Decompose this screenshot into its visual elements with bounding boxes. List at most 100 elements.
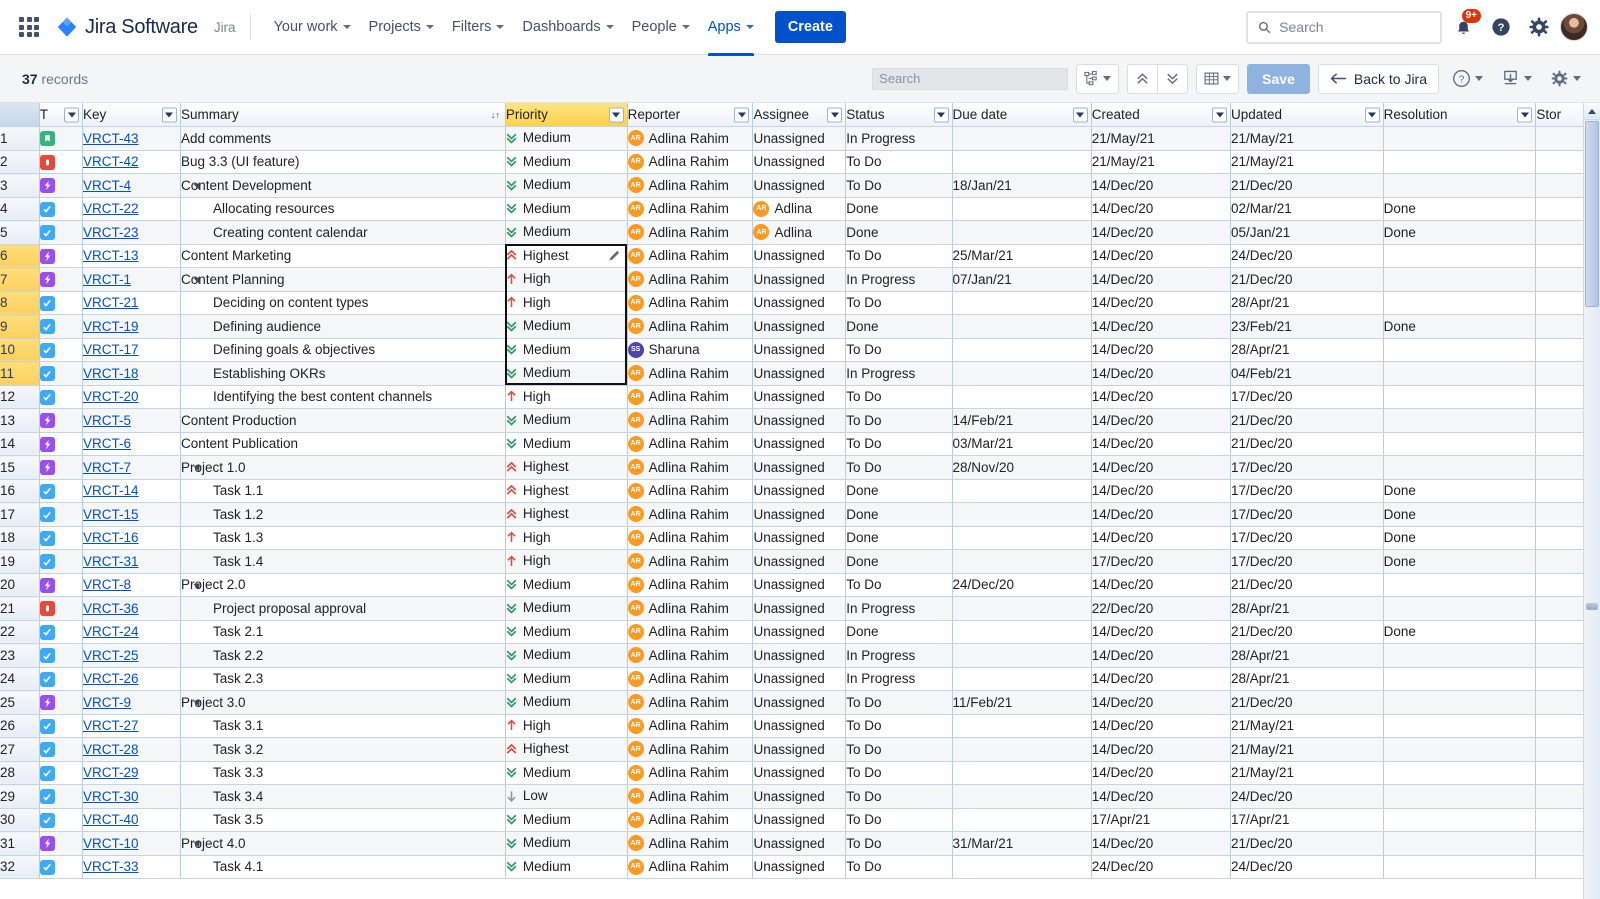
issue-key-cell[interactable]: VRCT-26	[82, 667, 181, 691]
assignee-cell[interactable]: Unassigned	[752, 291, 847, 315]
issue-key-link[interactable]: VRCT-15	[83, 507, 139, 522]
issue-key-link[interactable]: VRCT-1	[83, 272, 131, 287]
resolution-cell[interactable]	[1383, 267, 1537, 292]
column-filter-dropdown-duedate[interactable]	[1072, 107, 1088, 122]
updated-cell[interactable]: 21/Dec/20	[1230, 267, 1384, 292]
row-number-cell[interactable]: 12	[0, 385, 40, 409]
resolution-cell[interactable]	[1383, 455, 1537, 480]
priority-cell[interactable]: Medium	[505, 620, 628, 644]
issue-type-cell[interactable]	[39, 150, 84, 174]
edit-pencil-icon[interactable]	[608, 249, 621, 265]
issue-type-cell[interactable]	[39, 455, 84, 480]
resolution-cell[interactable]	[1383, 855, 1537, 879]
assignee-cell[interactable]: Unassigned	[752, 267, 847, 292]
table-row[interactable]: 12 VRCT-20 Identifying the best content ch…	[0, 385, 1588, 409]
priority-cell[interactable]: Highest	[505, 479, 628, 503]
app-switcher-icon[interactable]	[16, 14, 42, 40]
due-date-cell[interactable]	[952, 855, 1092, 879]
status-cell[interactable]: Done	[845, 220, 953, 245]
nav-item-people[interactable]: People	[623, 12, 699, 42]
issue-type-cell[interactable]	[39, 338, 84, 362]
assignee-cell[interactable]: AR Adlina	[752, 220, 847, 245]
updated-cell[interactable]: 04/Feb/21	[1230, 361, 1384, 386]
priority-cell[interactable]: Medium	[505, 831, 628, 856]
story-points-cell[interactable]	[1535, 314, 1588, 339]
summary-cell[interactable]: Project 4.0	[180, 831, 506, 856]
nav-item-apps[interactable]: Apps	[699, 12, 763, 56]
status-cell[interactable]: To Do	[845, 761, 953, 785]
updated-cell[interactable]: 24/Dec/20	[1230, 244, 1384, 268]
assignee-cell[interactable]: Unassigned	[752, 502, 847, 527]
row-number-cell[interactable]: 26	[0, 714, 40, 738]
issue-type-cell[interactable]	[39, 643, 84, 668]
updated-cell[interactable]: 17/Dec/20	[1230, 455, 1384, 480]
summary-cell[interactable]: Identifying the best content channels	[180, 385, 506, 409]
issue-type-cell[interactable]	[39, 291, 84, 315]
priority-cell[interactable]: Medium	[505, 338, 628, 362]
table-row[interactable]: 19 VRCT-31 Task 1.4 High AR Adlina Rahim Unass…	[0, 549, 1588, 574]
due-date-cell[interactable]	[952, 737, 1092, 762]
reporter-cell[interactable]: AR Adlina Rahim	[627, 855, 754, 879]
status-cell[interactable]: To Do	[845, 150, 953, 174]
jira-brand-logo[interactable]: Jira Software	[56, 16, 198, 39]
issue-key-cell[interactable]: VRCT-10	[82, 831, 181, 856]
summary-cell[interactable]: Task 4.1	[180, 855, 506, 879]
due-date-cell[interactable]: 31/Mar/21	[952, 831, 1092, 856]
issue-type-cell[interactable]	[39, 690, 84, 715]
summary-cell[interactable]: Project 2.0	[180, 573, 506, 597]
story-points-cell[interactable]	[1535, 526, 1588, 550]
issue-type-cell[interactable]	[39, 573, 84, 597]
issue-type-cell[interactable]	[39, 314, 84, 339]
issue-key-cell[interactable]: VRCT-17	[82, 338, 181, 362]
updated-cell[interactable]: 24/Dec/20	[1230, 784, 1384, 809]
story-points-cell[interactable]	[1535, 361, 1588, 386]
due-date-cell[interactable]	[952, 643, 1092, 668]
resolution-cell[interactable]	[1383, 338, 1537, 362]
issue-key-link[interactable]: VRCT-26	[83, 671, 139, 686]
row-number-cell[interactable]: 9	[0, 314, 40, 339]
updated-cell[interactable]: 21/Dec/20	[1230, 408, 1384, 433]
created-cell[interactable]: 14/Dec/20	[1091, 737, 1232, 762]
issue-type-cell[interactable]	[39, 502, 84, 527]
issue-key-link[interactable]: VRCT-29	[83, 765, 139, 780]
global-search-box[interactable]	[1246, 10, 1442, 44]
priority-cell[interactable]: Medium	[505, 126, 628, 151]
updated-cell[interactable]: 28/Apr/21	[1230, 667, 1384, 691]
priority-cell[interactable]: High	[505, 267, 628, 292]
issue-key-link[interactable]: VRCT-19	[83, 319, 139, 334]
priority-cell[interactable]: Highest	[505, 737, 628, 762]
reporter-cell[interactable]: AR Adlina Rahim	[627, 197, 754, 221]
issue-key-cell[interactable]: VRCT-25	[82, 643, 181, 668]
due-date-cell[interactable]	[952, 361, 1092, 386]
created-cell[interactable]: 14/Dec/20	[1091, 643, 1232, 668]
profile-avatar[interactable]	[1560, 13, 1588, 41]
summary-cell[interactable]: Task 3.1	[180, 714, 506, 738]
reporter-cell[interactable]: AR Adlina Rahim	[627, 432, 754, 456]
issue-key-cell[interactable]: VRCT-42	[82, 150, 181, 174]
sort-ascending-icon[interactable]: ↓↑	[491, 110, 500, 120]
resolution-cell[interactable]: Done	[1383, 314, 1537, 339]
status-cell[interactable]: Done	[845, 502, 953, 527]
table-row[interactable]: 32 VRCT-33 Task 4.1 Medium AR Adlina Rahim Una…	[0, 855, 1588, 879]
created-cell[interactable]: 14/Dec/20	[1091, 831, 1232, 856]
summary-cell[interactable]: Allocating resources	[180, 197, 506, 221]
table-row[interactable]: 13 VRCT-5 Content Production Medium AR Adlina…	[0, 408, 1588, 433]
issue-type-cell[interactable]	[39, 197, 84, 221]
priority-cell[interactable]: Medium	[505, 808, 628, 832]
issue-key-link[interactable]: VRCT-23	[83, 225, 139, 240]
status-cell[interactable]: In Progress	[845, 667, 953, 691]
priority-cell[interactable]: Low	[505, 784, 628, 809]
story-points-cell[interactable]	[1535, 385, 1588, 409]
created-cell[interactable]: 14/Dec/20	[1091, 173, 1232, 198]
issue-key-cell[interactable]: VRCT-23	[82, 220, 181, 245]
story-points-cell[interactable]	[1535, 432, 1588, 456]
status-cell[interactable]: To Do	[845, 455, 953, 480]
issue-key-cell[interactable]: VRCT-22	[82, 197, 181, 221]
created-cell[interactable]: 14/Dec/20	[1091, 620, 1232, 644]
table-row[interactable]: 9 VRCT-19 Defining audience Medium AR Adlina …	[0, 314, 1588, 339]
assignee-cell[interactable]: Unassigned	[752, 784, 847, 809]
resolution-cell[interactable]	[1383, 761, 1537, 785]
created-cell[interactable]: 24/Dec/20	[1091, 855, 1232, 879]
help-menu-button[interactable]: ?	[1447, 64, 1488, 94]
summary-cell[interactable]: Task 2.2	[180, 643, 506, 668]
